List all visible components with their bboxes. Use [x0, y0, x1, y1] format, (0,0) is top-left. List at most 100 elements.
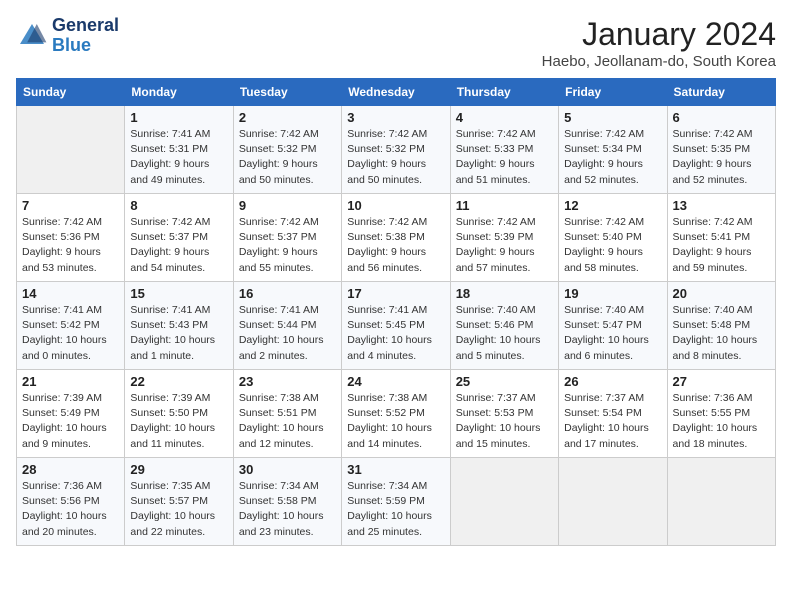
day-info: Sunrise: 7:42 AM Sunset: 5:36 PM Dayligh…	[22, 215, 119, 276]
day-info: Sunrise: 7:36 AM Sunset: 5:56 PM Dayligh…	[22, 479, 119, 540]
day-info: Sunrise: 7:40 AM Sunset: 5:48 PM Dayligh…	[673, 303, 770, 364]
calendar-cell: 5 Sunrise: 7:42 AM Sunset: 5:34 PM Daylig…	[559, 106, 667, 194]
calendar-cell: 14 Sunrise: 7:41 AM Sunset: 5:42 PM Dayli…	[17, 282, 125, 370]
day-header-sunday: Sunday	[17, 79, 125, 106]
day-info: Sunrise: 7:42 AM Sunset: 5:33 PM Dayligh…	[456, 127, 553, 188]
day-number: 17	[347, 286, 444, 301]
calendar-cell: 11Sunrise: 7:42 AM Sunset: 5:39 PM Dayli…	[450, 194, 558, 282]
calendar-cell: 9Sunrise: 7:42 AM Sunset: 5:37 PM Daylig…	[233, 194, 341, 282]
calendar-cell: 19 Sunrise: 7:40 AM Sunset: 5:47 PM Dayli…	[559, 282, 667, 370]
logo-line1: General	[52, 16, 119, 36]
day-number: 4	[456, 110, 553, 125]
day-number: 2	[239, 110, 336, 125]
day-header-monday: Monday	[125, 79, 233, 106]
day-number: 24	[347, 374, 444, 389]
calendar-cell: 26Sunrise: 7:37 AM Sunset: 5:54 PM Dayli…	[559, 370, 667, 458]
day-header-thursday: Thursday	[450, 79, 558, 106]
day-info: Sunrise: 7:39 AM Sunset: 5:49 PM Dayligh…	[22, 391, 119, 452]
day-number: 13	[673, 198, 770, 213]
calendar-cell: 30 Sunrise: 7:34 AM Sunset: 5:58 PM Dayli…	[233, 458, 341, 546]
day-info: Sunrise: 7:39 AM Sunset: 5:50 PM Dayligh…	[130, 391, 227, 452]
calendar-cell	[667, 458, 775, 546]
calendar-cell: 28 Sunrise: 7:36 AM Sunset: 5:56 PM Dayli…	[17, 458, 125, 546]
day-number: 28	[22, 462, 119, 477]
calendar-cell: 6 Sunrise: 7:42 AM Sunset: 5:35 PM Daylig…	[667, 106, 775, 194]
day-number: 5	[564, 110, 661, 125]
day-info: Sunrise: 7:42 AM Sunset: 5:37 PM Dayligh…	[130, 215, 227, 276]
week-row-3: 14 Sunrise: 7:41 AM Sunset: 5:42 PM Dayli…	[17, 282, 776, 370]
day-info: Sunrise: 7:42 AM Sunset: 5:38 PM Dayligh…	[347, 215, 444, 276]
day-info: Sunrise: 7:38 AM Sunset: 5:52 PM Dayligh…	[347, 391, 444, 452]
logo-icon	[16, 20, 48, 52]
day-number: 10	[347, 198, 444, 213]
day-info: Sunrise: 7:42 AM Sunset: 5:35 PM Dayligh…	[673, 127, 770, 188]
calendar-cell: 8 Sunrise: 7:42 AM Sunset: 5:37 PM Daylig…	[125, 194, 233, 282]
day-number: 9	[239, 198, 336, 213]
day-number: 19	[564, 286, 661, 301]
calendar-cell: 12 Sunrise: 7:42 AM Sunset: 5:40 PM Dayli…	[559, 194, 667, 282]
week-row-4: 21 Sunrise: 7:39 AM Sunset: 5:49 PM Dayli…	[17, 370, 776, 458]
day-number: 30	[239, 462, 336, 477]
calendar-cell: 10 Sunrise: 7:42 AM Sunset: 5:38 PM Dayli…	[342, 194, 450, 282]
day-header-tuesday: Tuesday	[233, 79, 341, 106]
day-info: Sunrise: 7:35 AM Sunset: 5:57 PM Dayligh…	[130, 479, 227, 540]
day-info: Sunrise: 7:34 AM Sunset: 5:59 PM Dayligh…	[347, 479, 444, 540]
day-number: 12	[564, 198, 661, 213]
day-info: Sunrise: 7:41 AM Sunset: 5:42 PM Dayligh…	[22, 303, 119, 364]
calendar-cell: 25 Sunrise: 7:37 AM Sunset: 5:53 PM Dayli…	[450, 370, 558, 458]
day-header-row: SundayMondayTuesdayWednesdayThursdayFrid…	[17, 79, 776, 106]
day-number: 1	[130, 110, 227, 125]
day-info: Sunrise: 7:37 AM Sunset: 5:54 PM Dayligh…	[564, 391, 661, 452]
day-number: 27	[673, 374, 770, 389]
day-number: 14	[22, 286, 119, 301]
day-info: Sunrise: 7:42 AM Sunset: 5:34 PM Dayligh…	[564, 127, 661, 188]
day-number: 23	[239, 374, 336, 389]
day-number: 6	[673, 110, 770, 125]
week-row-1: 1Sunrise: 7:41 AM Sunset: 5:31 PM Daylig…	[17, 106, 776, 194]
day-number: 29	[130, 462, 227, 477]
calendar-cell: 24 Sunrise: 7:38 AM Sunset: 5:52 PM Dayli…	[342, 370, 450, 458]
calendar-cell: 31 Sunrise: 7:34 AM Sunset: 5:59 PM Dayli…	[342, 458, 450, 546]
day-number: 8	[130, 198, 227, 213]
calendar-cell: 20Sunrise: 7:40 AM Sunset: 5:48 PM Dayli…	[667, 282, 775, 370]
day-number: 7	[22, 198, 119, 213]
month-title: January 2024	[542, 16, 776, 53]
calendar-table: SundayMondayTuesdayWednesdayThursdayFrid…	[16, 78, 776, 546]
day-info: Sunrise: 7:42 AM Sunset: 5:41 PM Dayligh…	[673, 215, 770, 276]
day-header-friday: Friday	[559, 79, 667, 106]
day-info: Sunrise: 7:38 AM Sunset: 5:51 PM Dayligh…	[239, 391, 336, 452]
calendar-cell: 23 Sunrise: 7:38 AM Sunset: 5:51 PM Dayli…	[233, 370, 341, 458]
calendar-cell	[17, 106, 125, 194]
calendar-cell: 16Sunrise: 7:41 AM Sunset: 5:44 PM Dayli…	[233, 282, 341, 370]
day-info: Sunrise: 7:42 AM Sunset: 5:39 PM Dayligh…	[456, 215, 553, 276]
week-row-2: 7 Sunrise: 7:42 AM Sunset: 5:36 PM Daylig…	[17, 194, 776, 282]
day-number: 31	[347, 462, 444, 477]
day-number: 15	[130, 286, 227, 301]
calendar-cell: 13 Sunrise: 7:42 AM Sunset: 5:41 PM Dayli…	[667, 194, 775, 282]
calendar-cell: 29 Sunrise: 7:35 AM Sunset: 5:57 PM Dayli…	[125, 458, 233, 546]
day-info: Sunrise: 7:41 AM Sunset: 5:45 PM Dayligh…	[347, 303, 444, 364]
day-info: Sunrise: 7:34 AM Sunset: 5:58 PM Dayligh…	[239, 479, 336, 540]
calendar-cell: 4 Sunrise: 7:42 AM Sunset: 5:33 PM Daylig…	[450, 106, 558, 194]
calendar-cell: 7 Sunrise: 7:42 AM Sunset: 5:36 PM Daylig…	[17, 194, 125, 282]
day-number: 3	[347, 110, 444, 125]
day-number: 25	[456, 374, 553, 389]
calendar-cell: 2Sunrise: 7:42 AM Sunset: 5:32 PM Daylig…	[233, 106, 341, 194]
calendar-cell: 3 Sunrise: 7:42 AM Sunset: 5:32 PM Daylig…	[342, 106, 450, 194]
day-info: Sunrise: 7:40 AM Sunset: 5:47 PM Dayligh…	[564, 303, 661, 364]
day-info: Sunrise: 7:40 AM Sunset: 5:46 PM Dayligh…	[456, 303, 553, 364]
day-info: Sunrise: 7:41 AM Sunset: 5:44 PM Dayligh…	[239, 303, 336, 364]
day-info: Sunrise: 7:42 AM Sunset: 5:40 PM Dayligh…	[564, 215, 661, 276]
calendar-cell: 27 Sunrise: 7:36 AM Sunset: 5:55 PM Dayli…	[667, 370, 775, 458]
calendar-cell	[559, 458, 667, 546]
calendar-cell	[450, 458, 558, 546]
day-info: Sunrise: 7:36 AM Sunset: 5:55 PM Dayligh…	[673, 391, 770, 452]
day-number: 21	[22, 374, 119, 389]
header-section: General Blue January 2024 Haebo, Jeollan…	[16, 16, 776, 70]
calendar-cell: 15Sunrise: 7:41 AM Sunset: 5:43 PM Dayli…	[125, 282, 233, 370]
calendar-cell: 22Sunrise: 7:39 AM Sunset: 5:50 PM Dayli…	[125, 370, 233, 458]
day-info: Sunrise: 7:37 AM Sunset: 5:53 PM Dayligh…	[456, 391, 553, 452]
logo: General Blue	[16, 16, 119, 56]
day-info: Sunrise: 7:42 AM Sunset: 5:32 PM Dayligh…	[347, 127, 444, 188]
day-header-saturday: Saturday	[667, 79, 775, 106]
